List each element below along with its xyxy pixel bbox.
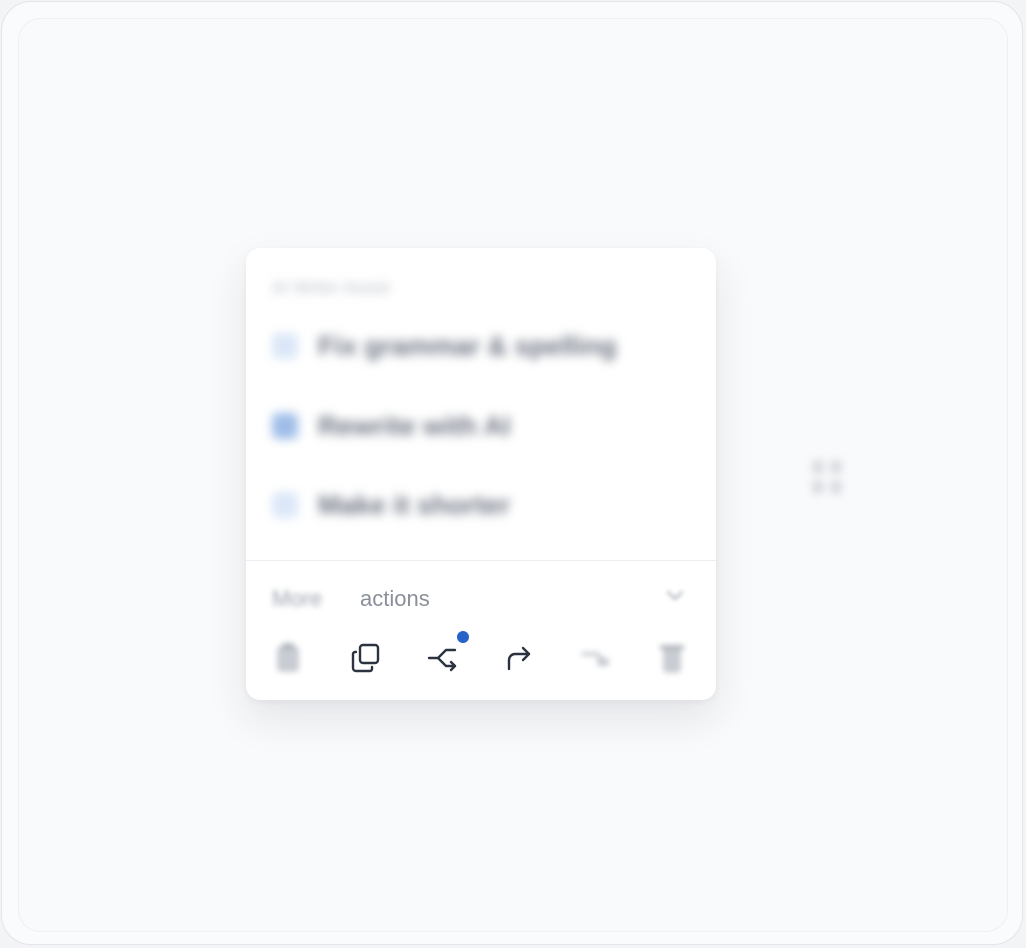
action-toolbar: [264, 631, 698, 678]
menu-item-label: Make it shorter: [318, 489, 511, 520]
divider: [246, 560, 716, 561]
menu-item-shorter[interactable]: Make it shorter: [272, 487, 510, 523]
menu-item-rewrite[interactable]: Rewrite with AI: [272, 408, 511, 444]
more-actions-toggle[interactable]: More actions: [272, 586, 690, 614]
clipboard-icon: [277, 643, 299, 672]
trash-icon: [660, 645, 684, 673]
ai-assist-popover: AI Writer Assist Fix grammar & spelling …: [246, 248, 716, 700]
branch-icon: [427, 648, 457, 672]
branch-button[interactable]: [423, 631, 469, 678]
redo-icon: [507, 646, 531, 671]
menu-item-label: Fix grammar & spelling: [318, 330, 617, 361]
menu-item-fix-grammar[interactable]: Fix grammar & spelling: [272, 328, 617, 364]
redo-button[interactable]: [499, 638, 539, 678]
link-icon: [581, 652, 609, 666]
chevron-down-icon: [666, 590, 684, 601]
edit-icon: [272, 413, 298, 439]
more-actions-label: actions: [360, 586, 430, 611]
grid-icon[interactable]: [808, 456, 846, 498]
delete-button[interactable]: [652, 638, 692, 678]
clipboard-button[interactable]: [268, 638, 308, 678]
shorten-icon: [272, 492, 298, 518]
copy-button[interactable]: [346, 638, 386, 678]
copy-icon: [351, 643, 380, 673]
menu-item-label: Rewrite with AI: [318, 410, 511, 441]
more-actions-prefix: More: [272, 586, 323, 611]
link-button[interactable]: [576, 638, 616, 678]
section-title: AI Writer Assist: [272, 278, 391, 297]
notification-dot: [457, 631, 469, 643]
check-icon: [272, 333, 298, 359]
